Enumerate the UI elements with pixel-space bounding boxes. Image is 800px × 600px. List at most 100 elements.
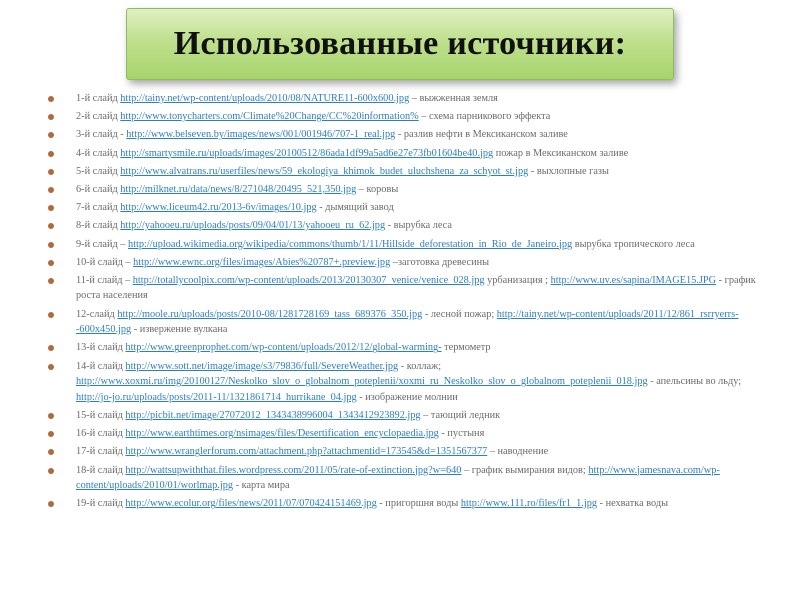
source-description: - извержение вулкана	[131, 324, 228, 336]
source-link[interactable]: http://www.ewnc.org/files/images/Abies%2…	[133, 257, 390, 268]
source-description: 15-й слайд	[76, 410, 126, 421]
source-description: - нехватка воды	[597, 498, 669, 510]
list-item: 3-й слайд - http://www.belseven.by/image…	[48, 127, 762, 143]
source-description: 19-й слайд	[76, 498, 126, 510]
source-link[interactable]: http://www.tonycharters.com/Climate%20Ch…	[120, 111, 418, 122]
source-link[interactable]: http://www.greenprophet.com/wp-content/u…	[125, 342, 441, 353]
source-link[interactable]: http://www.xoxmi.ru/img/20100127/Neskolk…	[76, 376, 648, 387]
bullet-icon	[48, 413, 54, 419]
bullet-icon	[48, 363, 54, 370]
source-description: 3-й слайд -	[76, 129, 127, 141]
source-description: - разлив нефти в Мексиканском заливе	[395, 129, 568, 141]
list-item: 7-й слайд http://www.liceum42.ru/2013-6v…	[48, 200, 762, 216]
source-description: – график вымирания видов;	[461, 464, 589, 476]
bullet-icon	[48, 205, 54, 212]
bullet-icon	[48, 501, 54, 508]
source-description: вырубка тропического леса	[572, 238, 695, 250]
list-item: 8-й слайд http://yahooeu.ru/uploads/post…	[48, 218, 762, 234]
source-link[interactable]: http://smartysmile.ru/uploads/images/201…	[120, 148, 493, 159]
source-link[interactable]: http://www.alvatrans.ru/userfiles/news/5…	[120, 166, 528, 177]
list-item: 2-й слайд http://www.tonycharters.com/Cl…	[48, 109, 762, 125]
bullet-icon	[48, 431, 54, 438]
source-description: 14-й слайд	[76, 360, 126, 372]
source-description: 1-й слайд	[76, 93, 121, 104]
source-description: – наводнение	[487, 446, 549, 458]
source-description: 10-й слайд –	[76, 256, 134, 268]
source-description: - изображение молнии	[356, 391, 458, 403]
slide: Использованные источники: 1-й слайд http…	[0, 0, 800, 600]
source-link[interactable]: http://upload.wikimedia.org/wikipedia/co…	[128, 239, 572, 250]
page-title: Использованные источники:	[173, 25, 627, 62]
source-description: 8-й слайд	[76, 220, 121, 232]
list-item: 17-й слайд http://www.wranglerforum.com/…	[48, 444, 762, 460]
source-description: 5-й слайд	[76, 165, 121, 177]
list-item: 11-й слайд – http://totallycoolpix.com/w…	[48, 273, 762, 304]
list-item: 6-й слайд http://milknet.ru/data/news/8/…	[48, 182, 762, 198]
bullet-icon	[48, 223, 54, 230]
source-description: – схема парникового эффекта	[418, 111, 551, 123]
source-description: - апельсины во льду;	[647, 376, 742, 388]
source-description: 4-й слайд	[76, 147, 121, 159]
list-item: 12-слайд http://moole.ru/uploads/posts/2…	[48, 307, 762, 338]
source-link[interactable]: http://www.uv.es/sapina/IMAGE15.JPG	[551, 275, 716, 286]
source-link[interactable]: http://moole.ru/uploads/posts/2010-08/12…	[117, 309, 422, 320]
list-item: 9-й слайд – http://upload.wikimedia.org/…	[48, 237, 762, 253]
source-link[interactable]: http://www.111.ro/files/fr1_1.jpg	[461, 498, 597, 509]
source-description: термометр	[441, 342, 491, 354]
source-description: 12-слайд	[76, 308, 118, 320]
list-item: 15-й слайд http://picbit.net/image/27072…	[48, 408, 762, 424]
list-item: 14-й слайд http://www.sott.net/image/ima…	[48, 359, 762, 406]
source-description: - коллаж;	[398, 360, 442, 372]
list-item: 16-й слайд http://www.earthtimes.org/nsi…	[48, 426, 762, 442]
source-link[interactable]: http://totallycoolpix.com/wp-content/upl…	[133, 275, 485, 286]
bullet-icon	[48, 345, 54, 352]
source-link[interactable]: http://www.wranglerforum.com/attachment.…	[125, 446, 487, 457]
source-link[interactable]: http://tainy.net/wp-content/uploads/2010…	[120, 93, 409, 104]
source-description: – коровы	[356, 183, 399, 195]
source-description: 2-й слайд	[76, 111, 121, 123]
list-item: 13-й слайд http://www.greenprophet.com/w…	[48, 340, 762, 356]
source-description: - дымящий завод	[316, 202, 394, 214]
list-item: 1-й слайд http://tainy.net/wp-content/up…	[48, 91, 762, 107]
bullet-icon	[48, 114, 54, 121]
title-banner: Использованные источники:	[126, 8, 674, 80]
source-link[interactable]: http://www.belseven.by/images/news/001/0…	[126, 129, 395, 140]
list-item: 19-й слайд http://www.ecolur.org/files/n…	[48, 496, 762, 512]
source-description: - вырубка леса	[385, 220, 452, 232]
source-description: 9-й слайд –	[76, 238, 128, 250]
source-link[interactable]: http://picbit.net/image/27072012_1343438…	[125, 410, 420, 421]
source-description: 16-й слайд	[76, 428, 126, 440]
source-description: - пригоршня воды	[376, 498, 461, 510]
bullet-icon	[48, 449, 54, 456]
source-description: – выжженная земля	[409, 93, 498, 104]
sources-list: 1-й слайд http://tainy.net/wp-content/up…	[48, 91, 762, 515]
source-description: 7-й слайд	[76, 202, 121, 214]
bullet-icon	[48, 168, 54, 175]
source-link[interactable]: http://www.ecolur.org/files/news/2011/07…	[125, 498, 376, 509]
bullet-icon	[48, 150, 54, 157]
source-description: - лесной пожар;	[422, 308, 497, 320]
list-item: 10-й слайд – http://www.ewnc.org/files/i…	[48, 255, 762, 271]
source-description: - выхлопные газы	[528, 165, 609, 177]
bullet-icon	[48, 241, 54, 248]
source-description: 11-й слайд –	[76, 274, 133, 286]
bullet-icon	[48, 277, 54, 284]
source-link[interactable]: http://www.liceum42.ru/2013-6v/images/10…	[120, 202, 316, 213]
bullet-icon	[48, 311, 54, 318]
source-description: урбанизация ;	[484, 274, 551, 286]
bullet-icon	[48, 467, 54, 474]
source-link[interactable]: http://wattsupwiththat.files.wordpress.c…	[125, 465, 461, 476]
source-description: –заготовка древесины	[390, 256, 490, 268]
source-link[interactable]: http://yahooeu.ru/uploads/posts/09/04/01…	[120, 220, 385, 231]
source-description: – тающий ледник	[420, 410, 501, 421]
bullet-icon	[48, 132, 54, 139]
source-link[interactable]: http://www.sott.net/image/image/s3/79836…	[125, 361, 398, 372]
source-description: 18-й слайд	[76, 464, 126, 476]
list-item: 5-й слайд http://www.alvatrans.ru/userfi…	[48, 164, 762, 180]
source-link[interactable]: http://milknet.ru/data/news/8/271048/204…	[120, 184, 356, 195]
source-link[interactable]: http://www.earthtimes.org/nsimages/files…	[125, 428, 438, 439]
list-item: 4-й слайд http://smartysmile.ru/uploads/…	[48, 146, 762, 162]
source-description: - пустыня	[438, 428, 485, 440]
source-description: 13-й слайд	[76, 342, 126, 354]
source-link[interactable]: http://jo-jo.ru/uploads/posts/2011-11/13…	[76, 392, 357, 403]
